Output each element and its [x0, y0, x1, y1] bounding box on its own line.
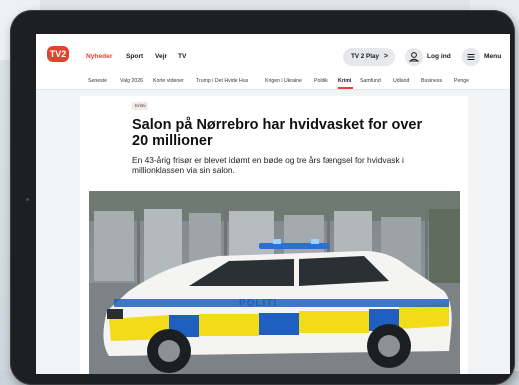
subnav-krimi[interactable]: Krimi	[338, 78, 351, 84]
subnav-business[interactable]: Business	[421, 78, 442, 84]
menu-icon[interactable]	[462, 48, 480, 66]
subnav-seneste[interactable]: Seneste	[88, 78, 107, 84]
nav-nyheder[interactable]: Nyheder	[86, 53, 112, 60]
user-icon[interactable]	[405, 48, 423, 66]
camera-dot	[26, 198, 29, 201]
tv2-play-button[interactable]: TV 2 Play >	[343, 48, 395, 66]
police-livery-text: POLITI	[239, 298, 278, 309]
category-tag[interactable]: Krimi	[132, 102, 149, 110]
tv2-play-label: TV 2 Play	[351, 53, 380, 60]
section-navigation: Seneste Valg 2026 Korte videoer Trump i …	[36, 74, 510, 90]
login-link[interactable]: Log ind	[427, 53, 451, 60]
article-photo: POLITI	[89, 191, 460, 374]
nav-sport[interactable]: Sport	[126, 53, 143, 60]
subnav-valg-2026[interactable]: Valg 2026	[120, 78, 143, 84]
article-headline: Salon på Nørrebro har hvidvasket for ove…	[132, 117, 423, 149]
nav-vejr[interactable]: Vejr	[155, 53, 167, 60]
subnav-udland[interactable]: Udland	[393, 78, 409, 84]
tablet-frame: TV2 Nyheder Sport Vejr TV TV 2 Play > Lo…	[10, 10, 515, 385]
subnav-ukraine[interactable]: Krigen i Ukraine	[265, 78, 302, 84]
nav-tv[interactable]: TV	[178, 53, 186, 60]
menu-button[interactable]: Menu	[484, 53, 501, 60]
top-navigation: TV2 Nyheder Sport Vejr TV TV 2 Play > Lo…	[36, 34, 510, 75]
subnav-trump[interactable]: Trump i Det Hvide Hus	[196, 78, 248, 84]
subnav-samfund[interactable]: Samfund	[360, 78, 381, 84]
subnav-politik[interactable]: Politik	[314, 78, 328, 84]
subnav-penge[interactable]: Penge	[454, 78, 469, 84]
tablet-screen: TV2 Nyheder Sport Vejr TV TV 2 Play > Lo…	[36, 34, 510, 374]
article-lede: En 43-årig frisør er blevet idømt en bød…	[132, 155, 404, 176]
subnav-korte-videoer[interactable]: Korte videoer	[153, 78, 184, 84]
active-tab-indicator	[338, 87, 353, 89]
chevron-right-icon: >	[383, 53, 388, 60]
tv2-logo[interactable]: TV2	[47, 46, 69, 62]
article-card: Krimi Salon på Nørrebro har hvidvasket f…	[80, 96, 468, 374]
